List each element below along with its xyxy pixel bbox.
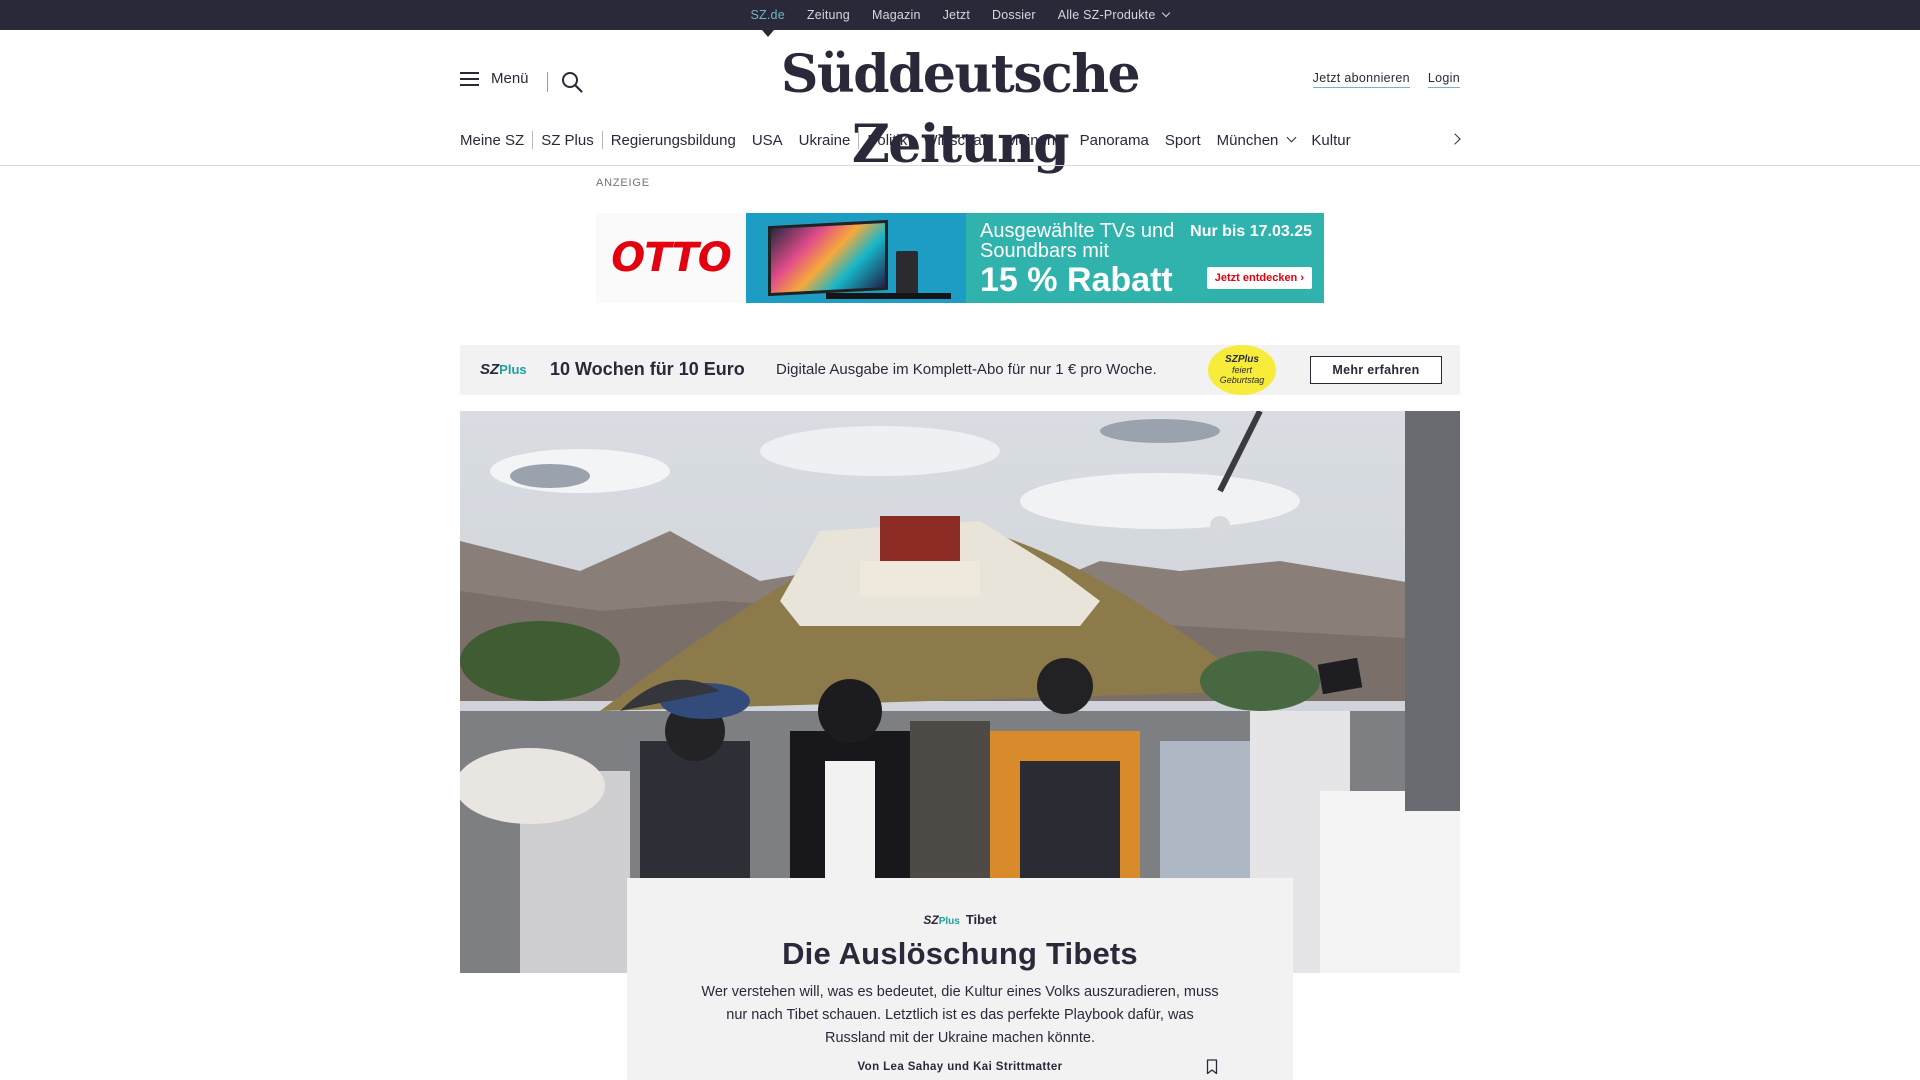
nav-item-sz-plus[interactable]: SZ Plus — [533, 132, 602, 149]
nav-divider-line — [0, 165, 1920, 166]
ad-cta-button[interactable]: Jetzt entdecken › — [1206, 267, 1312, 289]
ad-brand-text: OTTO — [611, 235, 731, 281]
sz-plus-logo-sz: SZ — [480, 361, 500, 378]
products-label: Alle SZ-Produkte — [1057, 8, 1156, 22]
teaser-summary: Wer verstehen will, was es bedeutet, die… — [701, 984, 1219, 1046]
login-link[interactable]: Login — [1427, 71, 1460, 88]
nav-item-regierungsbildung[interactable]: Regierungsbildung — [603, 132, 744, 149]
teaser-kicker: SZPlus Tibet — [627, 912, 1293, 927]
chevron-down-icon — [1286, 132, 1297, 142]
nav-item-wirtschaft[interactable]: Wirtschaft — [915, 132, 998, 149]
sz-plus-logo: SZPlus — [480, 361, 527, 378]
nav-item-panorama[interactable]: Panorama — [1072, 132, 1157, 149]
kicker-plus: Plus — [938, 916, 960, 927]
site-logo[interactable]: Süddeutsche Zeitung — [700, 40, 1220, 175]
bookmark-icon[interactable] — [1206, 1059, 1218, 1075]
teaser-author: Von Lea Sahay und Kai Strittmatter — [857, 1061, 1063, 1073]
nav-scroll-right-icon[interactable] — [1450, 132, 1462, 146]
ad-date: Nur bis 17.03.25 — [1190, 223, 1312, 240]
top-bar: SZ.de Zeitung Magazin Jetzt Dossier Alle… — [0, 0, 1920, 30]
sz-plus-promo-banner: SZPlus 10 Wochen für 10 Euro Digitale Au… — [460, 345, 1460, 395]
kicker-sz: SZ — [923, 913, 939, 927]
nav-item-sport[interactable]: Sport — [1157, 132, 1209, 149]
badge-line2: feiert — [1231, 365, 1252, 375]
badge-line1: SZPlus — [1225, 354, 1259, 365]
menu-button[interactable]: Menü — [460, 70, 529, 87]
article-teaser[interactable]: SZPlus Tibet Die Auslöschung Tibets Wer v… — [627, 878, 1293, 1080]
nav-item-politik[interactable]: Politik — [859, 132, 915, 149]
ad-label: ANZEIGE — [596, 177, 650, 189]
ad-product-image — [746, 213, 966, 303]
birthday-badge: SZPlus feiert Geburtstag — [1208, 345, 1276, 395]
tv-image — [768, 219, 888, 297]
header-account-links: Jetzt abonnieren Login — [1312, 71, 1460, 88]
main-nav: Meine SZ SZ Plus Regierungsbildung USA U… — [460, 126, 1359, 154]
muenchen-label: München — [1216, 131, 1279, 149]
topbar-link-dossier[interactable]: Dossier — [992, 8, 1036, 22]
sz-plus-logo-plus: Plus — [499, 362, 527, 377]
nav-item-kultur[interactable]: Kultur — [1303, 132, 1358, 149]
subscribe-link[interactable]: Jetzt abonnieren — [1312, 71, 1410, 88]
learn-more-button[interactable]: Mehr erfahren — [1310, 356, 1442, 384]
search-icon[interactable] — [561, 71, 583, 93]
kicker-topic: Tibet — [965, 912, 997, 927]
ad-text-area: Ausgewählte TVs und Soundbars mit 15 % R… — [966, 213, 1324, 303]
header-divider — [547, 72, 548, 92]
nav-item-meinung[interactable]: Meinung — [998, 132, 1072, 149]
menu-label: Menü — [491, 70, 529, 87]
promo-description: Digitale Ausgabe im Komplett-Abo für nur… — [776, 361, 1157, 378]
ad-line1: Ausgewählte TVs und Soundbars mit — [980, 220, 1175, 262]
topbar-link-products[interactable]: Alle SZ-Produkte — [1057, 8, 1171, 22]
hamburger-icon — [460, 71, 479, 86]
nav-item-muenchen[interactable]: München — [1209, 132, 1304, 149]
ad-headline: 15 % Rabatt — [980, 261, 1173, 299]
topbar-link-magazin[interactable]: Magazin — [872, 8, 921, 22]
speaker-image — [896, 251, 918, 295]
soundbar-image — [826, 293, 951, 299]
ad-brand-logo: OTTO — [596, 213, 746, 303]
chevron-down-icon — [1162, 8, 1171, 18]
teaser-title[interactable]: Die Auslöschung Tibets — [627, 936, 1293, 972]
nav-item-ukraine[interactable]: Ukraine — [791, 132, 859, 149]
nav-item-meine-sz[interactable]: Meine SZ — [460, 132, 532, 149]
sz-plus-mini-logo: SZPlus — [923, 913, 959, 927]
promo-title: 10 Wochen für 10 Euro — [550, 359, 745, 379]
topbar-link-jetzt[interactable]: Jetzt — [943, 8, 970, 22]
topbar-link-zeitung[interactable]: Zeitung — [807, 8, 850, 22]
badge-line3: Geburtstag — [1219, 375, 1265, 385]
ad-banner[interactable]: OTTO Ausgewählte TVs und Soundbars mit 1… — [596, 213, 1324, 303]
nav-item-usa[interactable]: USA — [744, 132, 791, 149]
topbar-link-szde[interactable]: SZ.de — [751, 8, 785, 22]
